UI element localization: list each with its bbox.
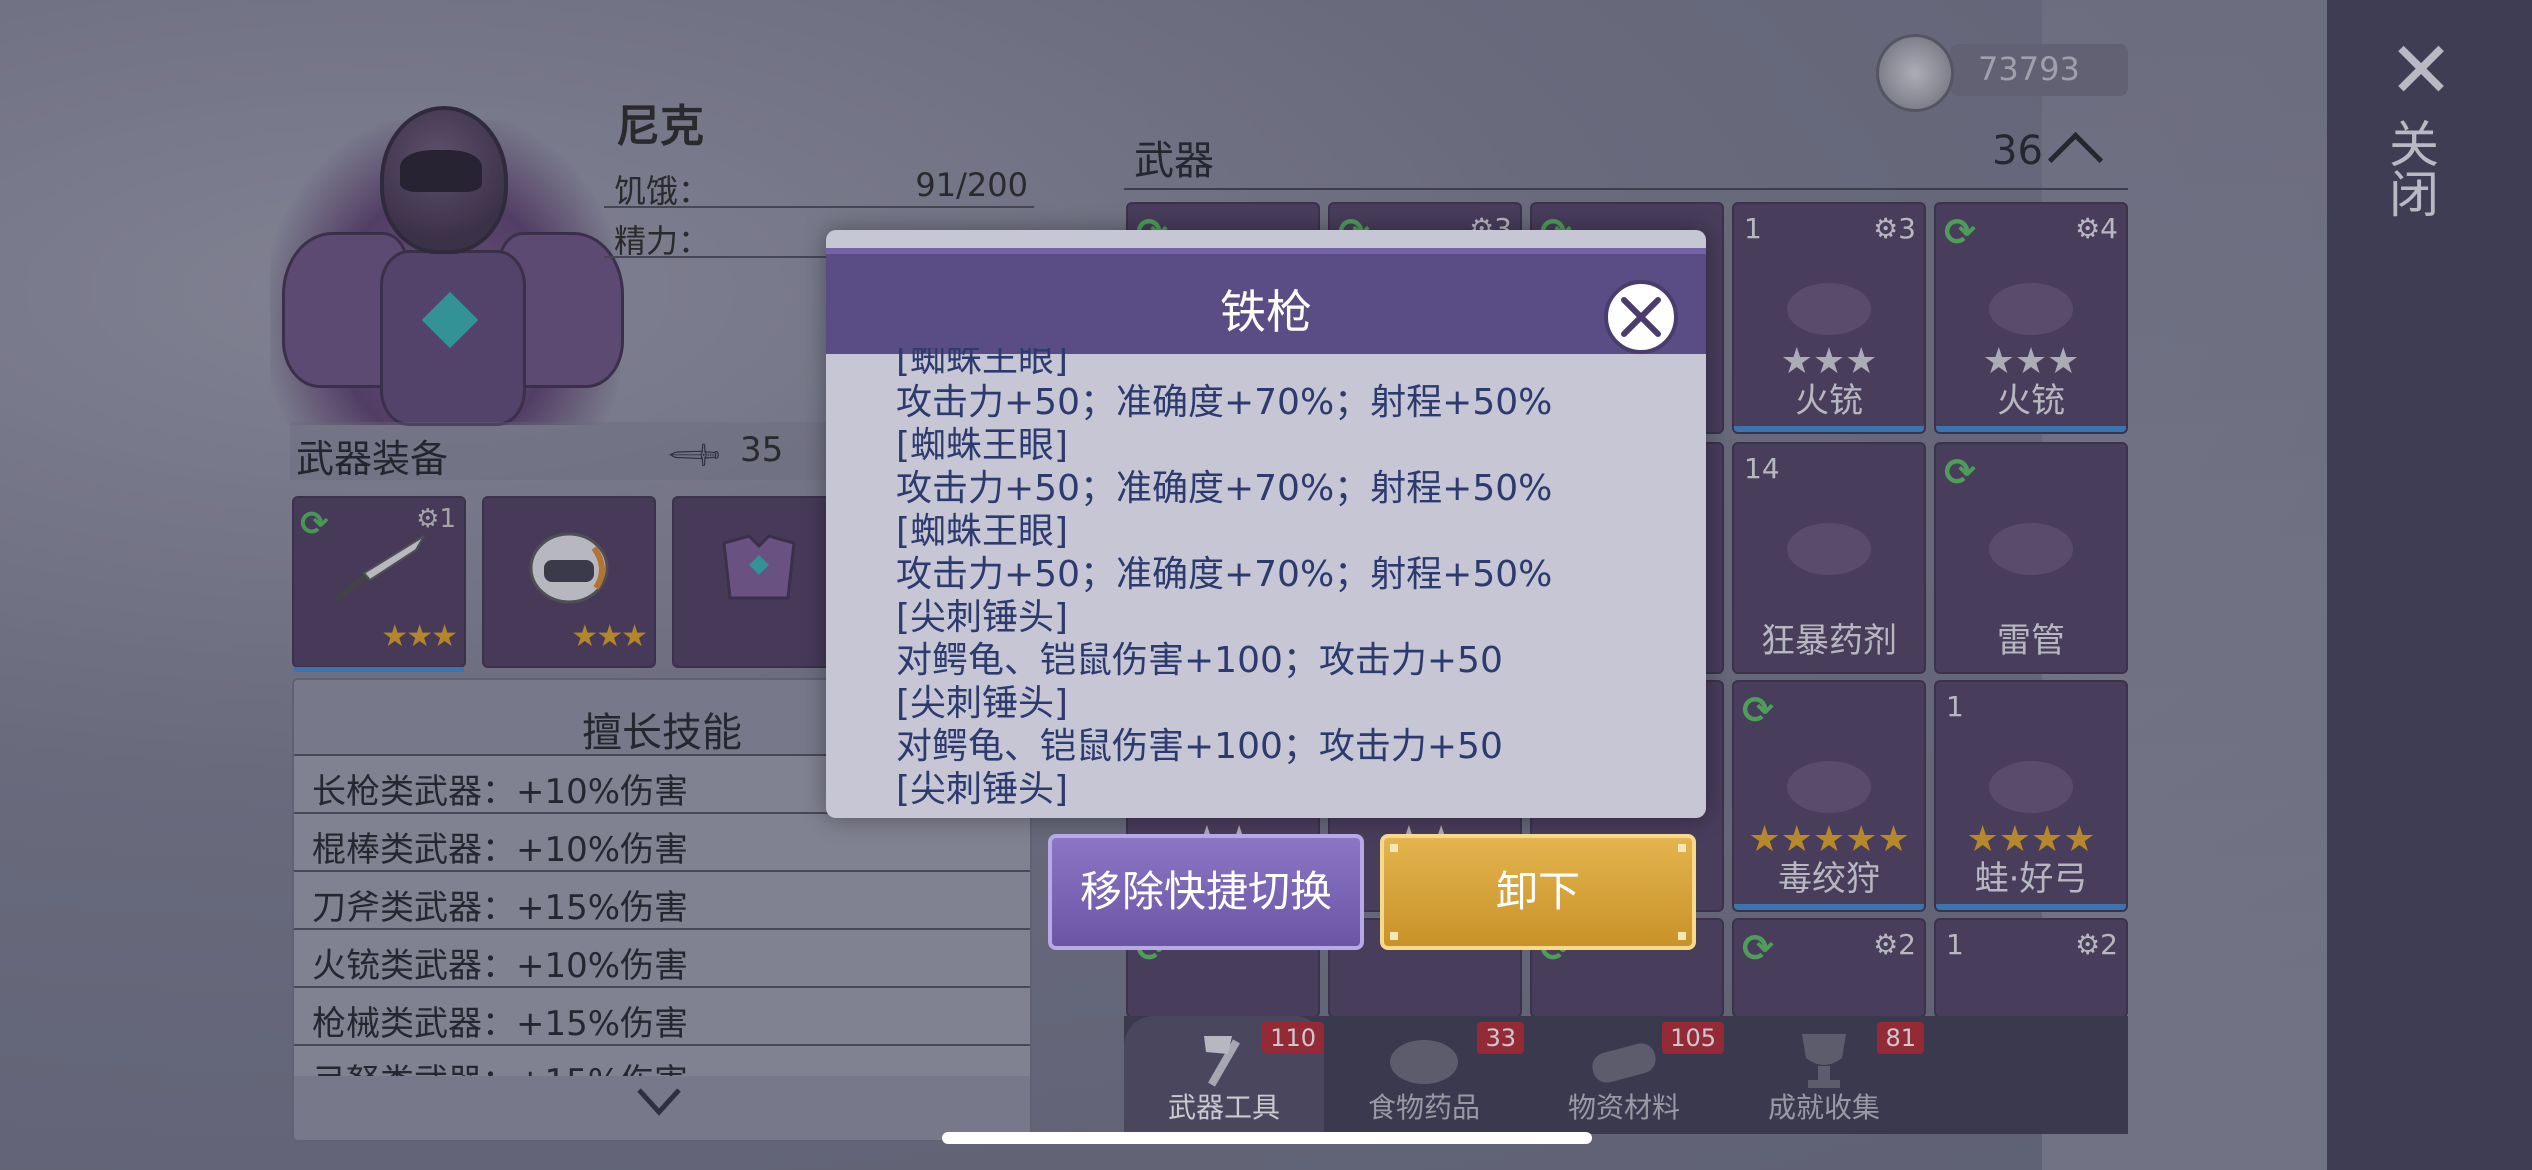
unload-button-label: 卸下 [1495,867,1580,916]
button-corner [1678,844,1686,852]
dialog-close-button[interactable] [1604,280,1678,354]
dialog-body[interactable]: [蜘蛛王眼] 攻击力+50；准确度+70%；射程+50% [蜘蛛王眼] 攻击力+… [826,348,1706,818]
modal-line: [尖刺锤头] [896,769,1069,810]
button-corner [1390,844,1398,852]
home-indicator[interactable] [942,1132,1592,1144]
unload-button[interactable]: 卸下 [1380,834,1696,950]
item-detail-dialog: 铁枪 [蜘蛛王眼] 攻击力+50；准确度+70%；射程+50% [蜘蛛王眼] 攻… [826,230,1706,818]
dialog-title: 铁枪 [1220,285,1312,339]
button-corner [1390,932,1398,940]
button-corner [1678,932,1686,940]
dialog-header: 铁枪 [826,248,1706,354]
remove-quick-switch-button[interactable]: 移除快捷切换 [1048,834,1364,950]
close-icon [1621,297,1661,337]
